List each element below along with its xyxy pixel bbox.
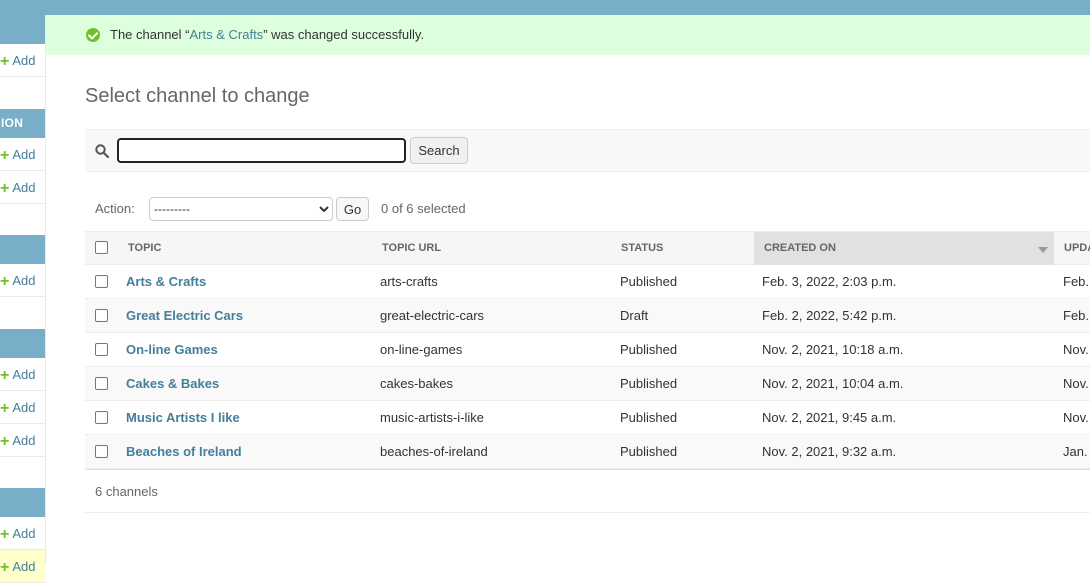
sidebar-module-header[interactable]: ION <box>0 109 45 138</box>
search-input[interactable] <box>117 138 406 163</box>
sidebar-add-link[interactable]: + Add <box>0 517 45 550</box>
paginator: 6 channels <box>85 469 1090 513</box>
action-label: Action: <box>95 201 135 216</box>
updated-cell: Jan. <box>1063 444 1088 459</box>
column-header-topic-url[interactable]: Topic URL <box>382 232 612 265</box>
created-on-cell: Nov. 2, 2021, 9:45 a.m. <box>762 410 897 425</box>
created-on-cell: Nov. 2, 2021, 10:18 a.m. <box>762 342 904 357</box>
topic-link[interactable]: On-line Games <box>126 342 218 357</box>
action-select[interactable]: --------- <box>149 197 333 221</box>
sidebar-module-header[interactable] <box>0 329 45 358</box>
sidebar-add-link[interactable]: + Add <box>0 138 45 171</box>
sidebar-module-header[interactable] <box>0 488 45 517</box>
plus-icon: + <box>0 367 10 384</box>
plus-icon: + <box>0 273 10 290</box>
row-checkbox[interactable] <box>95 343 108 356</box>
created-on-cell: Feb. 3, 2022, 2:03 p.m. <box>762 274 897 289</box>
plus-icon: + <box>0 433 10 450</box>
topic-link[interactable]: Cakes & Bakes <box>126 376 219 391</box>
row-checkbox[interactable] <box>95 377 108 390</box>
search-icon <box>95 144 109 158</box>
row-checkbox[interactable] <box>95 275 108 288</box>
status-cell: Published <box>620 410 678 425</box>
results-table: Topic Topic URL Status Created on Upda A… <box>85 231 1090 513</box>
plus-icon: + <box>0 147 10 164</box>
topic-url-cell: music-artists-i-like <box>380 410 484 425</box>
topic-url-cell: beaches-of-ireland <box>380 444 488 459</box>
sidebar-add-link[interactable]: + Add <box>0 264 45 297</box>
created-on-cell: Nov. 2, 2021, 10:04 a.m. <box>762 376 904 391</box>
sidebar-add-link[interactable]: + Add <box>0 550 45 583</box>
table-header-row: Topic Topic URL Status Created on Upda <box>85 231 1090 265</box>
topic-url-cell: arts-crafts <box>380 274 438 289</box>
status-cell: Published <box>620 376 678 391</box>
column-header-updated[interactable]: Upda <box>1064 232 1090 265</box>
success-check-icon <box>86 28 100 42</box>
row-checkbox[interactable] <box>95 445 108 458</box>
select-all-checkbox[interactable] <box>95 241 108 254</box>
sidebar-module-header[interactable] <box>0 235 45 264</box>
status-cell: Published <box>620 342 678 357</box>
changed-channel-link[interactable]: Arts & Crafts <box>190 27 264 42</box>
plus-icon: + <box>0 559 10 576</box>
table-row: Beaches of Ireland beaches-of-ireland Pu… <box>85 435 1090 469</box>
sidebar-add-link[interactable]: + Add <box>0 358 45 391</box>
column-header-created-on[interactable]: Created on <box>754 232 1054 265</box>
table-row: Cakes & Bakes cakes-bakes Published Nov.… <box>85 367 1090 401</box>
column-header-topic[interactable]: Topic <box>128 232 378 265</box>
column-header-status[interactable]: Status <box>621 232 751 265</box>
sidebar-module-header[interactable] <box>0 15 45 44</box>
table-row: Music Artists I like music-artists-i-lik… <box>85 401 1090 435</box>
updated-cell: Feb. <box>1063 274 1090 289</box>
search-button[interactable]: Search <box>410 137 468 164</box>
success-message: The channel “Arts & Crafts” was changed … <box>46 15 1090 55</box>
page-title: Select channel to change <box>85 85 310 107</box>
status-cell: Published <box>620 444 678 459</box>
updated-cell: Nov. <box>1063 410 1089 425</box>
topic-link[interactable]: Great Electric Cars <box>126 308 243 323</box>
table-row: Great Electric Cars great-electric-cars … <box>85 299 1090 333</box>
result-count: 6 channels <box>95 484 158 499</box>
topic-link[interactable]: Beaches of Ireland <box>126 444 242 459</box>
updated-cell: Nov. <box>1063 376 1089 391</box>
sidebar-nav: + Add ION + Add + Add + Add + Add + Add + Add +… <box>0 15 46 583</box>
updated-cell: Feb. <box>1063 308 1090 323</box>
topic-url-cell: cakes-bakes <box>380 376 453 391</box>
updated-cell: Nov. <box>1063 342 1089 357</box>
sidebar-add-link[interactable]: + Add <box>0 171 45 204</box>
selection-counter: 0 of 6 selected <box>381 201 466 216</box>
topic-url-cell: great-electric-cars <box>380 308 485 323</box>
topic-link[interactable]: Arts & Crafts <box>126 274 206 289</box>
plus-icon: + <box>0 53 10 70</box>
row-checkbox[interactable] <box>95 411 108 424</box>
status-cell: Draft <box>620 308 649 323</box>
top-header-bar <box>0 0 1090 15</box>
search-toolbar: Search <box>85 129 1090 172</box>
row-checkbox[interactable] <box>95 309 108 322</box>
created-on-cell: Feb. 2, 2022, 5:42 p.m. <box>762 308 897 323</box>
go-button[interactable]: Go <box>336 197 369 221</box>
plus-icon: + <box>0 400 10 417</box>
success-message-text: The channel “Arts & Crafts” was changed … <box>110 27 425 42</box>
created-on-cell: Nov. 2, 2021, 9:32 a.m. <box>762 444 897 459</box>
sidebar-add-link[interactable]: + Add <box>0 44 45 77</box>
sidebar-add-link[interactable]: + Add <box>0 424 45 457</box>
table-row: On-line Games on-line-games Published No… <box>85 333 1090 367</box>
status-cell: Published <box>620 274 678 289</box>
table-row: Arts & Crafts arts-crafts Published Feb.… <box>85 265 1090 299</box>
sort-descending-icon[interactable] <box>1038 247 1048 253</box>
topic-link[interactable]: Music Artists I like <box>126 410 240 425</box>
sidebar-add-link[interactable]: + Add <box>0 391 45 424</box>
topic-url-cell: on-line-games <box>380 342 463 357</box>
plus-icon: + <box>0 526 10 543</box>
plus-icon: + <box>0 180 10 197</box>
actions-bar: Action: --------- Go 0 of 6 selected <box>85 195 1090 223</box>
